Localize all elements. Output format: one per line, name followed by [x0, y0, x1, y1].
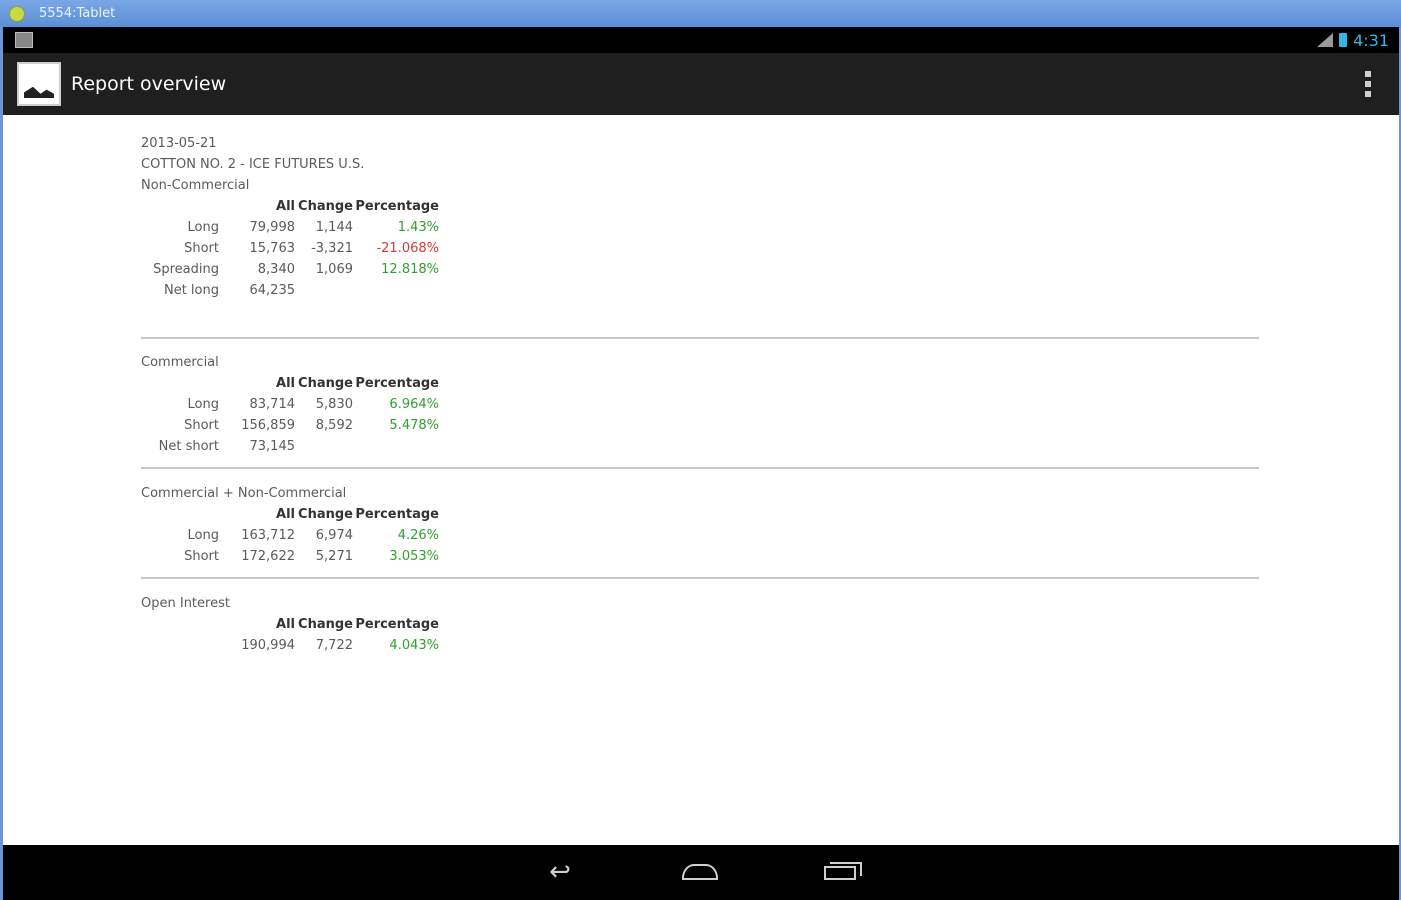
section-divider	[141, 337, 1259, 339]
col-change: Change	[298, 376, 353, 391]
status-time: 4:31	[1353, 30, 1389, 50]
emulator-title: 5554:Tablet	[39, 6, 116, 21]
table-row: Long 79,998 1,144 1.43%	[187, 220, 439, 235]
col-all: All	[276, 617, 295, 632]
table-row: Spreading 8,340 1,069 12.818%	[153, 262, 439, 277]
commercial-table: All Change Percentage Long 83,714 5,830 …	[141, 373, 439, 457]
report-market: COTTON NO. 2 - ICE FUTURES U.S.	[141, 157, 365, 172]
table-row: Net short 73,145	[158, 439, 295, 454]
col-all: All	[276, 376, 295, 391]
navigation-bar: ↩	[3, 845, 1399, 900]
status-bar: 4:31	[3, 27, 1399, 53]
report-content: 2013-05-21 COTTON NO. 2 - ICE FUTURES U.…	[3, 115, 1399, 845]
section-title: Open Interest	[141, 596, 230, 611]
section-title: Commercial + Non-Commercial	[141, 486, 347, 501]
back-icon[interactable]: ↩	[540, 859, 580, 885]
section-divider	[141, 467, 1259, 469]
table-row: Net long 64,235	[163, 283, 295, 298]
android-icon	[9, 5, 25, 22]
table-row: Short 15,763 -3,321 -21.068%	[184, 241, 439, 256]
col-all: All	[276, 199, 295, 214]
battery-icon	[1339, 33, 1348, 47]
action-bar: Report overview	[3, 53, 1399, 115]
table-header-row: All Change Percentage	[141, 373, 439, 394]
open-interest-table: All Change Percentage 190,994 7,722 4.04…	[141, 614, 439, 656]
col-change: Change	[298, 199, 353, 214]
signal-icon	[1317, 33, 1334, 47]
table-header-row: All Change Percentage	[141, 504, 439, 525]
report-date: 2013-05-21	[141, 136, 217, 151]
recent-apps-icon[interactable]	[820, 859, 862, 885]
col-percentage: Percentage	[355, 376, 439, 391]
device-screen: 4:31 Report overview 2013-05-21 COTTON N…	[3, 27, 1399, 900]
status-right: 4:31	[1317, 31, 1389, 50]
section-non-commercial: Non-Commercial All Change Percentage Lon…	[141, 175, 439, 301]
app-icon[interactable]	[17, 62, 61, 106]
emulator-titlebar: 5554:Tablet	[0, 0, 1401, 27]
report-header: 2013-05-21 COTTON NO. 2 - ICE FUTURES U.…	[141, 133, 364, 175]
section-combined: Commercial + Non-Commercial All Change P…	[141, 483, 439, 567]
section-commercial: Commercial All Change Percentage Long 83…	[141, 352, 439, 457]
col-all: All	[276, 507, 295, 522]
page-title: Report overview	[71, 73, 227, 95]
section-open-interest: Open Interest All Change Percentage 190,…	[141, 593, 439, 656]
gallery-notification-icon	[15, 32, 33, 48]
table-row: 190,994 7,722 4.043%	[241, 638, 439, 653]
table-header-row: All Change Percentage	[141, 614, 439, 635]
section-divider	[141, 577, 1259, 579]
col-change: Change	[298, 507, 353, 522]
combined-table: All Change Percentage Long 163,712 6,974…	[141, 504, 439, 567]
col-percentage: Percentage	[355, 507, 439, 522]
table-row: Short 156,859 8,592 5.478%	[184, 418, 439, 433]
col-change: Change	[298, 617, 353, 632]
section-title: Commercial	[141, 355, 219, 370]
table-row: Long 83,714 5,830 6.964%	[187, 397, 439, 412]
table-row: Short 172,622 5,271 3.053%	[184, 549, 439, 564]
section-title: Non-Commercial	[141, 178, 250, 193]
table-row: Long 163,712 6,974 4.26%	[187, 528, 439, 543]
home-icon[interactable]	[680, 859, 720, 885]
overflow-menu-icon[interactable]	[1365, 71, 1371, 97]
table-header-row: All Change Percentage	[141, 196, 439, 217]
col-percentage: Percentage	[355, 199, 439, 214]
col-percentage: Percentage	[355, 617, 439, 632]
non-commercial-table: All Change Percentage Long 79,998 1,144 …	[141, 196, 439, 301]
